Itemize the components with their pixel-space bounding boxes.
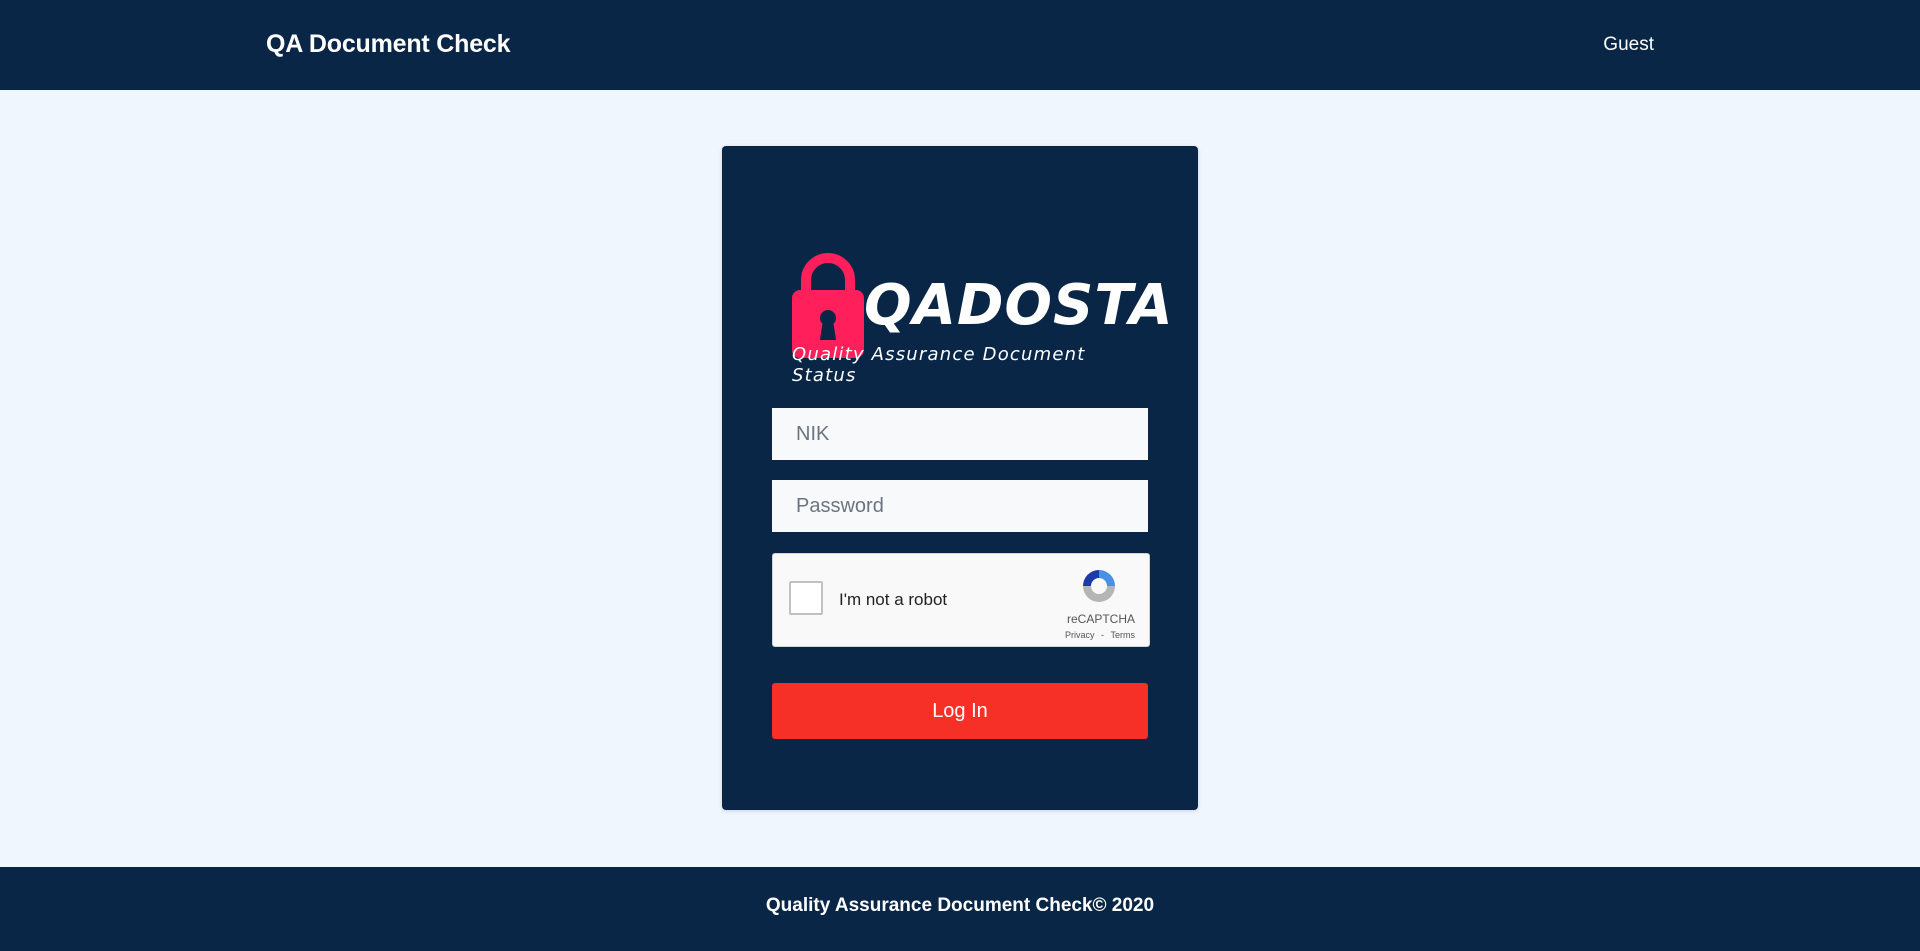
- recaptcha-checkbox[interactable]: [789, 581, 823, 615]
- recaptcha-terms-link[interactable]: Terms: [1111, 630, 1136, 640]
- recaptcha-widget: I'm not a robot reCAPTCHA Privacy - Term…: [772, 553, 1150, 647]
- footer-copyright: Quality Assurance Document Check© 2020: [765, 895, 1155, 916]
- app-brand-link[interactable]: QA Document Check: [266, 30, 511, 59]
- recaptcha-label: I'm not a robot: [839, 590, 948, 609]
- top-navbar: QA Document Check Guest: [0, 0, 1920, 90]
- recaptcha-separator: -: [1100, 630, 1104, 640]
- recaptcha-brand: reCAPTCHA: [1066, 612, 1135, 626]
- recaptcha-privacy-link[interactable]: Privacy: [1065, 630, 1095, 640]
- logo-tagline: Quality Assurance Document Status: [792, 344, 1086, 386]
- recaptcha-icon: [1083, 570, 1115, 602]
- logo-wordmark: QADOSTA: [864, 273, 1174, 338]
- login-card: QADOSTA Quality Assurance Document Statu…: [722, 146, 1198, 810]
- qadosta-logo: QADOSTA Quality Assurance Document Statu…: [788, 250, 1173, 436]
- page-footer: Quality Assurance Document Check© 2020: [0, 867, 1920, 951]
- login-button[interactable]: Log In: [772, 683, 1148, 739]
- recaptcha-links: Privacy - Terms: [1061, 630, 1135, 640]
- password-input[interactable]: [772, 480, 1148, 532]
- user-menu[interactable]: Guest: [1603, 34, 1654, 56]
- nik-input[interactable]: [772, 408, 1148, 460]
